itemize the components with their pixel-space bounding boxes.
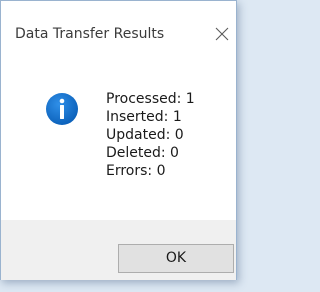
- close-icon: [215, 27, 229, 41]
- dialog-title: Data Transfer Results: [15, 26, 165, 42]
- processed-count: Processed: 1: [106, 91, 195, 107]
- inserted-count: Inserted: 1: [106, 109, 182, 125]
- updated-count: Updated: 0: [106, 127, 184, 143]
- dialog-window: Data Transfer Results Processed: 1 Inser…: [0, 0, 237, 280]
- results-summary: Processed: 1 Inserted: 1 Updated: 0 Dele…: [106, 90, 195, 180]
- dialog-content: Processed: 1 Inserted: 1 Updated: 0 Dele…: [1, 45, 236, 220]
- deleted-count: Deleted: 0: [106, 145, 179, 161]
- button-bar: OK: [1, 220, 236, 280]
- title-bar: Data Transfer Results: [1, 1, 236, 45]
- info-icon: [45, 92, 79, 126]
- ok-button[interactable]: OK: [118, 244, 234, 273]
- errors-count: Errors: 0: [106, 163, 166, 179]
- close-button[interactable]: [211, 23, 233, 45]
